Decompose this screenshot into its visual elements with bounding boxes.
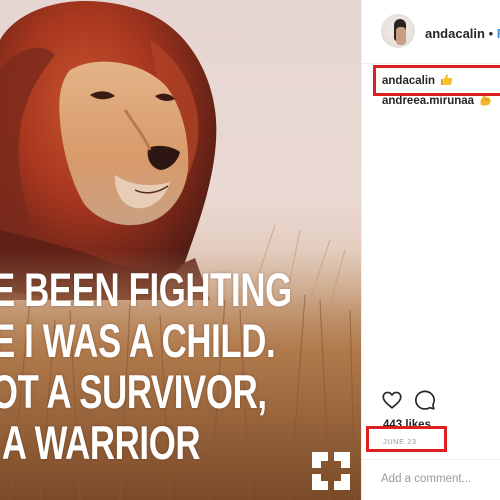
heart-icon[interactable] [381,389,403,411]
header-user-row: andacalin • Fo [425,26,500,41]
square-c-logo-icon [312,452,350,490]
quote-line: I A WARRIOR [0,416,201,469]
comment-form [362,459,500,500]
header-separator: • [488,26,494,41]
highlight-box-username [373,65,500,96]
comment-input[interactable] [381,470,491,488]
highlight-box-date [366,426,447,452]
image-quote: E BEEN FIGHTING E I WAS A CHILD. IOT A S… [0,263,292,469]
post-header: andacalin • Fo [362,0,500,64]
post-image[interactable]: E BEEN FIGHTING E I WAS A CHILD. IOT A S… [0,0,361,500]
comment-username[interactable]: andreea.mirunaa [382,95,474,107]
quote-line: IOT A SURVIVOR, [0,365,267,418]
header-username[interactable]: andacalin [425,26,485,41]
quote-line: E BEEN FIGHTING [0,263,292,316]
comment-bubble-icon[interactable] [414,389,436,411]
quote-line: E I WAS A CHILD. [0,314,276,367]
avatar[interactable] [381,14,415,48]
